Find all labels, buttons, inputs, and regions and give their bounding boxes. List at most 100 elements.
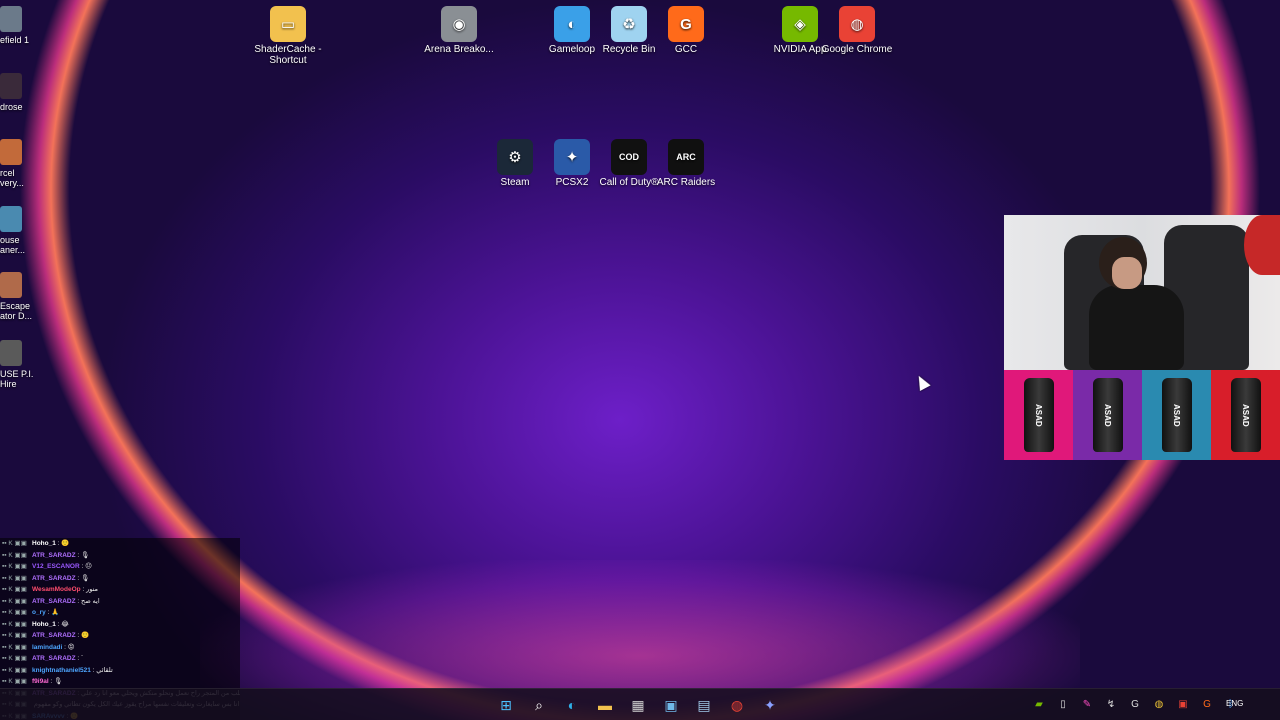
chat-text: : 😂 bbox=[55, 620, 69, 628]
desktop-icon-label: Arena Breako... bbox=[424, 44, 494, 55]
streamer-body bbox=[1089, 285, 1184, 370]
chat-username: Hoho_1 bbox=[32, 540, 56, 547]
chat-message: ▪▪ K ▣▣ f9i9al : 🎙 bbox=[0, 676, 240, 688]
desktop-icon-label: Escape ator D... bbox=[0, 301, 33, 321]
chat-username: lamindadi bbox=[32, 643, 63, 651]
start-button[interactable]: ⊞ bbox=[493, 694, 519, 716]
chat-badges-icon: ▪▪ K ▣▣ bbox=[2, 632, 27, 639]
chat-text: : 🎙 bbox=[75, 574, 90, 582]
energy-drink-can: ASAD bbox=[1092, 378, 1123, 452]
desktop-icon-label: ShaderCache - Shortcut bbox=[254, 44, 322, 66]
google-chrome-shortcut-icon[interactable]: ◍ Google Chrome bbox=[819, 6, 895, 55]
nvidia-tray-icon[interactable]: ▰ bbox=[1032, 698, 1046, 712]
chat-username: ATR_SARADZ bbox=[32, 655, 76, 662]
chat-badges-icon: ▪▪ K ▣▣ bbox=[2, 609, 27, 616]
chat-badges-icon: ▪▪ K ▣▣ bbox=[2, 574, 27, 582]
snipping-taskbar-button[interactable]: ▤ bbox=[691, 694, 717, 716]
desktop-icon-label: USE P.I. Hire bbox=[0, 369, 34, 389]
gameloop-icon: ◐ bbox=[554, 6, 590, 42]
photos-taskbar-button[interactable]: ▣ bbox=[658, 694, 684, 716]
steam-icon: ⚙ bbox=[497, 139, 533, 175]
edge-shortcut-icon-5[interactable]: Escape ator D... bbox=[0, 272, 34, 321]
wall-logo bbox=[1244, 215, 1280, 275]
desktop-icon-label: Gameloop bbox=[548, 44, 596, 55]
chrome-tray-icon[interactable]: ◍ bbox=[1152, 698, 1166, 712]
arc-raiders-shortcut-icon[interactable]: ARC ARC Raiders bbox=[648, 139, 724, 188]
nvidia-icon: ◈ bbox=[782, 6, 818, 42]
chat-message: ▪▪ K ▣▣ o_ry : 🙏 bbox=[0, 607, 240, 619]
sponsor-ad-strip: ASAD ASAD ASAD ASAD bbox=[1004, 370, 1280, 460]
brush-tray-icon[interactable]: ✎ bbox=[1080, 698, 1094, 712]
desktop-icon-label: drose bbox=[0, 102, 23, 112]
edge-taskbar-button[interactable]: ◐ bbox=[559, 694, 585, 716]
desktop-icon-label: ARC Raiders bbox=[656, 177, 716, 188]
chat-message: ▪▪ K ▣▣ lamindadi : 😡 bbox=[0, 642, 240, 654]
chat-badges-icon: ▪▪ K ▣▣ bbox=[2, 678, 27, 685]
energy-drink-can: ASAD bbox=[1230, 378, 1261, 452]
chat-username: ATR_SARADZ bbox=[32, 632, 76, 639]
gcc-shortcut-icon[interactable]: G GCC bbox=[648, 6, 724, 55]
edge-shortcut-icon-4[interactable]: ouse aner... bbox=[0, 206, 34, 255]
chat-text: : 🎙 bbox=[48, 678, 63, 685]
gcc-tray-icon[interactable]: G bbox=[1200, 698, 1214, 712]
chat-text: : 🙏 bbox=[45, 609, 60, 616]
chrome-taskbar-button[interactable]: ◍ bbox=[724, 694, 750, 716]
store-taskbar-button[interactable]: ▦ bbox=[625, 694, 651, 716]
energy-drink-can: ASAD bbox=[1161, 378, 1192, 452]
chat-text: : 🙂 bbox=[55, 540, 70, 547]
edge-shortcut-icon-6[interactable]: USE P.I. Hire bbox=[0, 340, 34, 389]
call-of-duty-icon: COD bbox=[611, 139, 647, 175]
chat-message: ▪▪ K ▣▣ knightnathaniel521 : تلقائي bbox=[0, 665, 240, 677]
ad-panel: ASAD bbox=[1211, 370, 1280, 460]
recycle-bin-icon: ♻ bbox=[611, 6, 647, 42]
pcsx2-icon: ✦ bbox=[554, 139, 590, 175]
battlefield-shortcut-icon[interactable]: efield 1 bbox=[0, 6, 34, 45]
folder-icon: ▭ bbox=[270, 6, 306, 42]
chat-username: o_ry bbox=[32, 609, 46, 616]
chat-username: V12_ESCANOR bbox=[32, 563, 80, 570]
chat-badges-icon: ▪▪ K ▣▣ bbox=[2, 666, 27, 674]
chat-message: ▪▪ K ▣▣ ATR_SARADZ : 🎙 bbox=[0, 550, 240, 562]
chat-username: Hoho_1 bbox=[32, 620, 56, 628]
taskbar: ⊞ ⌕ ◐ ▬ ▦ ▣ ▤ ◍ ✦ ▰ ▯ ✎ ↯ G ◍ ▣ G ᛒ ENG bbox=[0, 688, 1280, 720]
arc-raiders-icon: ARC bbox=[668, 139, 704, 175]
game-icon bbox=[0, 73, 22, 99]
ad-panel: ASAD bbox=[1004, 370, 1073, 460]
chat-message: ▪▪ K ▣▣ ATR_SARADZ : ` bbox=[0, 653, 240, 665]
usb-tray-icon[interactable]: ▯ bbox=[1056, 698, 1070, 712]
webcam-overlay: ASAD ASAD ASAD ASAD bbox=[1004, 215, 1280, 460]
chat-text: : 🙂 bbox=[75, 632, 90, 639]
red-tray-icon[interactable]: ▣ bbox=[1176, 698, 1190, 712]
desktop-icon-label: Steam bbox=[500, 177, 530, 188]
game-icon bbox=[0, 206, 22, 232]
search-button[interactable]: ⌕ bbox=[526, 694, 552, 716]
arena-breakout-shortcut-icon[interactable]: ◉ Arena Breako... bbox=[421, 6, 497, 55]
chat-username: ATR_SARADZ bbox=[32, 574, 76, 582]
battlefield-icon bbox=[0, 6, 22, 32]
chat-badges-icon: ▪▪ K ▣▣ bbox=[2, 643, 27, 651]
chat-message: ▪▪ K ▣▣ V12_ESCANOR : 😐 bbox=[0, 561, 240, 573]
chrome-icon: ◍ bbox=[839, 6, 875, 42]
language-indicator[interactable]: ENG bbox=[1226, 699, 1243, 708]
app-tray-icon[interactable]: ↯ bbox=[1104, 698, 1118, 712]
chat-message: ▪▪ K ▣▣ Hoho_1 : 😂 bbox=[0, 619, 240, 631]
chat-username: ATR_SARADZ bbox=[32, 551, 76, 559]
shadercache-shortcut-icon[interactable]: ▭ ShaderCache - Shortcut bbox=[250, 6, 326, 66]
chat-text: : منور bbox=[80, 586, 99, 593]
file-explorer-taskbar-button[interactable]: ▬ bbox=[592, 694, 618, 716]
chat-message: ▪▪ K ▣▣ ATR_SARADZ : 🎙 bbox=[0, 573, 240, 585]
game-icon bbox=[0, 340, 22, 366]
streamer-face bbox=[1112, 257, 1142, 289]
edge-shortcut-icon-2[interactable]: drose bbox=[0, 73, 34, 112]
energy-drink-can: ASAD bbox=[1023, 378, 1054, 452]
game-icon bbox=[0, 139, 22, 165]
g-tray-icon[interactable]: G bbox=[1128, 698, 1142, 712]
desktop-icon-label: rcel very... bbox=[0, 168, 24, 188]
pcsx2-taskbar-button[interactable]: ✦ bbox=[757, 694, 783, 716]
chat-badges-icon: ▪▪ K ▣▣ bbox=[2, 563, 27, 570]
chat-message: ▪▪ K ▣▣ WesamModeOp : منور bbox=[0, 584, 240, 596]
chat-message: ▪▪ K ▣▣ Hoho_1 : 🙂 bbox=[0, 538, 240, 550]
edge-shortcut-icon-3[interactable]: rcel very... bbox=[0, 139, 34, 188]
desktop-icon-label: Google Chrome bbox=[821, 44, 893, 55]
chat-text: : ` bbox=[75, 655, 84, 662]
